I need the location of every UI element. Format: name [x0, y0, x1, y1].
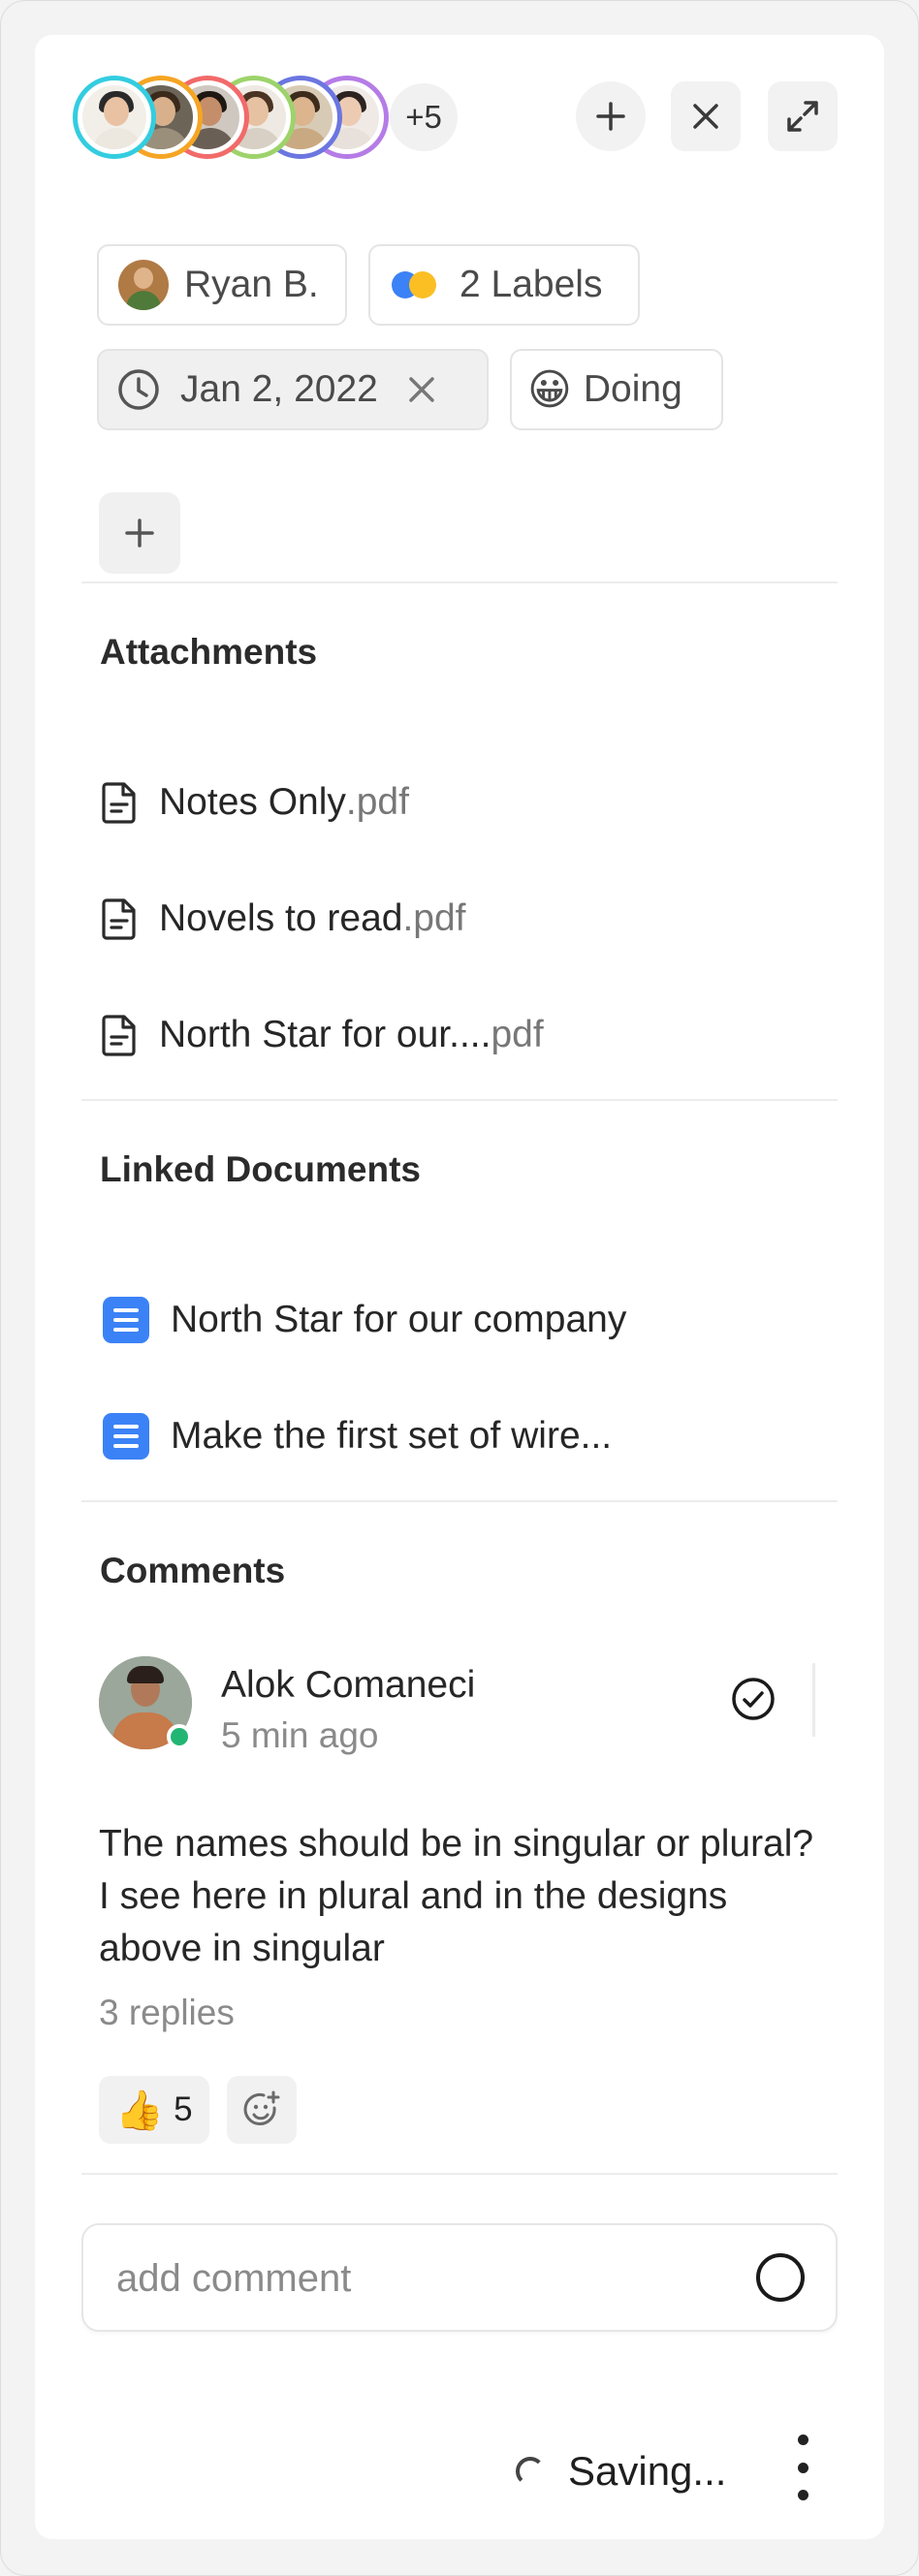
add-property-button[interactable]	[99, 492, 180, 574]
task-detail-panel: +5 Ryan B. 2 Labels Jan 2, 2022 😀 Doing	[35, 35, 884, 2539]
attachment-extension: .pdf	[402, 897, 466, 939]
attachment-item[interactable]: Notes Only .pdf	[101, 773, 409, 832]
document-icon	[103, 1297, 149, 1343]
more-members-badge[interactable]: +5	[390, 83, 458, 151]
comment-composer	[81, 2223, 838, 2332]
add-comment-input[interactable]	[114, 2246, 739, 2310]
reaction-thumbs-up[interactable]: 👍 5	[99, 2076, 209, 2144]
plus-icon	[125, 518, 154, 548]
file-icon	[102, 898, 136, 940]
file-icon	[102, 782, 136, 824]
clear-date-icon[interactable]	[405, 373, 438, 406]
due-date-chip[interactable]: Jan 2, 2022	[97, 349, 489, 430]
document-icon	[103, 1413, 149, 1460]
labels-icon	[392, 269, 442, 300]
attachment-item[interactable]: Novels to read .pdf	[101, 890, 466, 948]
attachment-extension: .pdf	[345, 781, 409, 823]
more-options-icon[interactable]	[789, 2435, 816, 2500]
close-button[interactable]	[671, 81, 741, 151]
comment-author-name[interactable]: Alok Comaneci	[221, 1664, 475, 1707]
due-date: Jan 2, 2022	[180, 368, 378, 410]
save-status: Saving...	[516, 2448, 726, 2495]
comment-replies-link[interactable]: 3 replies	[99, 1993, 235, 2033]
expand-icon	[787, 101, 818, 132]
status-emoji-icon: 😀	[527, 365, 572, 414]
comments-title: Comments	[100, 1551, 286, 1590]
spinner-icon	[516, 2457, 545, 2486]
reaction-count: 5	[174, 2090, 193, 2128]
comment-scrollbar[interactable]	[812, 1663, 815, 1737]
comment-timestamp: 5 min ago	[221, 1715, 379, 1755]
expand-button[interactable]	[768, 81, 838, 151]
status-label: Doing	[583, 368, 682, 410]
divider	[81, 1099, 838, 1101]
attachment-item[interactable]: North Star for our.... pdf	[101, 1006, 544, 1064]
add-member-button[interactable]	[576, 81, 646, 151]
assignee-chip[interactable]: Ryan B.	[97, 244, 347, 326]
linked-document-title: North Star for our company	[171, 1299, 627, 1340]
divider	[81, 2173, 838, 2175]
plus-icon	[596, 102, 625, 131]
resolve-check-icon[interactable]	[729, 1675, 777, 1723]
divider	[81, 1500, 838, 1502]
attachment-name: Novels to read	[159, 897, 403, 939]
file-icon	[102, 1015, 136, 1056]
online-status-dot	[167, 1724, 192, 1749]
add-emoji-icon	[243, 2090, 280, 2125]
assignee-avatar	[118, 260, 169, 310]
linked-document-title: Make the first set of wire...	[171, 1415, 613, 1457]
labels-count: 2 Labels	[460, 264, 603, 305]
labels-chip[interactable]: 2 Labels	[368, 244, 640, 326]
attachments-title: Attachments	[100, 632, 318, 672]
member-avatars[interactable]: +5	[78, 76, 458, 159]
divider	[81, 581, 838, 583]
clock-icon	[118, 369, 159, 410]
add-reaction-button[interactable]	[227, 2076, 297, 2144]
linked-document-item[interactable]: Make the first set of wire...	[103, 1407, 612, 1465]
assignee-name: Ryan B.	[184, 264, 319, 305]
member-avatar[interactable]	[78, 80, 151, 154]
linked-document-item[interactable]: North Star for our company	[103, 1291, 626, 1349]
attachment-extension: pdf	[491, 1014, 544, 1055]
comment-author-avatar[interactable]	[99, 1656, 192, 1749]
linked-documents-title: Linked Documents	[100, 1149, 421, 1189]
close-icon	[693, 104, 718, 129]
thumbs-up-icon: 👍	[115, 2089, 165, 2132]
save-status-text: Saving...	[568, 2448, 727, 2494]
status-chip[interactable]: 😀 Doing	[510, 349, 723, 430]
attachment-name: Notes Only	[159, 781, 346, 823]
attachment-name: North Star for our....	[159, 1014, 491, 1055]
send-comment-icon[interactable]	[756, 2253, 805, 2302]
comment-text: The names should be in singular or plura…	[99, 1823, 814, 1969]
